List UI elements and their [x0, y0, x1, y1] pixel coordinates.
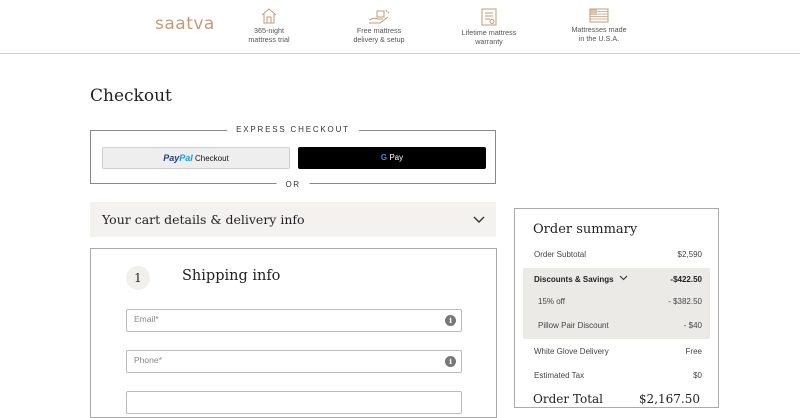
tax-row: Estimated Tax $0 — [523, 364, 710, 386]
tax-label: Estimated Tax — [534, 371, 585, 380]
cart-details-accordion[interactable]: Your cart details & delivery info — [90, 202, 496, 237]
order-total-label: Order Total — [533, 392, 604, 406]
discounts-value: -$422.50 — [670, 275, 702, 284]
discounts-toggle[interactable]: Discounts & Savings -$422.50 — [523, 268, 710, 290]
delivery-row: White Glove Delivery Free — [523, 340, 710, 362]
delivery-hand-icon — [368, 9, 390, 24]
feature-trial: 365-night mattress trial — [224, 8, 314, 44]
paypal-checkout-label: Checkout — [194, 154, 229, 163]
order-total-value: $2,167.50 — [638, 392, 700, 406]
phone-input[interactable] — [134, 355, 434, 365]
order-summary-panel: Order summary Order Subtotal $2,590 Disc… — [514, 208, 719, 408]
feature-trial-text: 365-night mattress trial — [248, 26, 290, 44]
usa-flag-icon — [589, 8, 609, 23]
discounts-label: Discounts & Savings — [534, 275, 628, 284]
feature-delivery-text: Free mattress delivery & setup — [353, 26, 405, 44]
google-pay-label: Pay — [389, 153, 404, 162]
feature-usa: Mattresses made in the U.S.A. — [554, 8, 644, 43]
feature-usa-text: Mattresses made in the U.S.A. — [571, 25, 627, 43]
discount-item-value: - $40 — [683, 321, 702, 330]
express-checkout-panel: EXPRESS CHECKOUT PayPal Checkout G Pay O… — [90, 125, 496, 189]
email-info-icon[interactable]: i — [445, 315, 456, 326]
chevron-down-icon[interactable] — [472, 214, 486, 224]
site-header: saatva 365-night mattress trial Free mat… — [0, 0, 800, 54]
subtotal-value: $2,590 — [677, 250, 702, 259]
chevron-down-icon — [619, 275, 628, 281]
or-divider: OR — [276, 180, 310, 189]
order-summary-title: Order summary — [533, 222, 638, 237]
shipping-info-title: Shipping info — [182, 268, 281, 284]
feature-delivery: Free mattress delivery & setup — [334, 8, 424, 44]
home-trial-icon — [261, 8, 277, 24]
tax-value: $0 — [693, 371, 702, 380]
delivery-value: Free — [685, 347, 702, 356]
paypal-logo-pal: Pal — [179, 153, 193, 163]
discount-item-label: 15% off — [538, 297, 565, 306]
paypal-checkout-button[interactable]: PayPal Checkout — [102, 147, 290, 169]
phone-field[interactable]: i — [126, 350, 462, 373]
discount-item-row: 15% off - $382.50 — [523, 290, 710, 314]
subtotal-label: Order Subtotal — [534, 250, 587, 259]
cart-details-title: Your cart details & delivery info — [102, 212, 305, 227]
shipping-info-panel: 1 Shipping info i i — [90, 248, 497, 418]
email-field[interactable]: i — [126, 309, 462, 332]
discount-item-value: - $382.50 — [668, 297, 702, 306]
google-g-icon: G — [380, 153, 388, 162]
warranty-document-icon — [481, 8, 497, 26]
saatva-logo[interactable]: saatva — [155, 14, 215, 34]
discount-item-row: Pillow Pair Discount - $40 — [523, 314, 710, 339]
subtotal-row: Order Subtotal $2,590 — [523, 243, 710, 265]
step-number-badge: 1 — [126, 266, 150, 290]
paypal-logo-pay: Pay — [163, 153, 180, 163]
page-title: Checkout — [90, 86, 172, 106]
google-pay-button[interactable]: G Pay — [298, 147, 486, 169]
feature-warranty: Lifetime mattress warranty — [444, 8, 534, 46]
express-checkout-label: EXPRESS CHECKOUT — [227, 125, 359, 134]
next-field[interactable] — [126, 391, 462, 414]
delivery-label: White Glove Delivery — [534, 347, 609, 356]
phone-info-icon[interactable]: i — [445, 356, 456, 367]
email-input[interactable] — [134, 314, 434, 324]
feature-warranty-text: Lifetime mattress warranty — [461, 28, 517, 46]
discount-item-label: Pillow Pair Discount — [538, 321, 609, 330]
